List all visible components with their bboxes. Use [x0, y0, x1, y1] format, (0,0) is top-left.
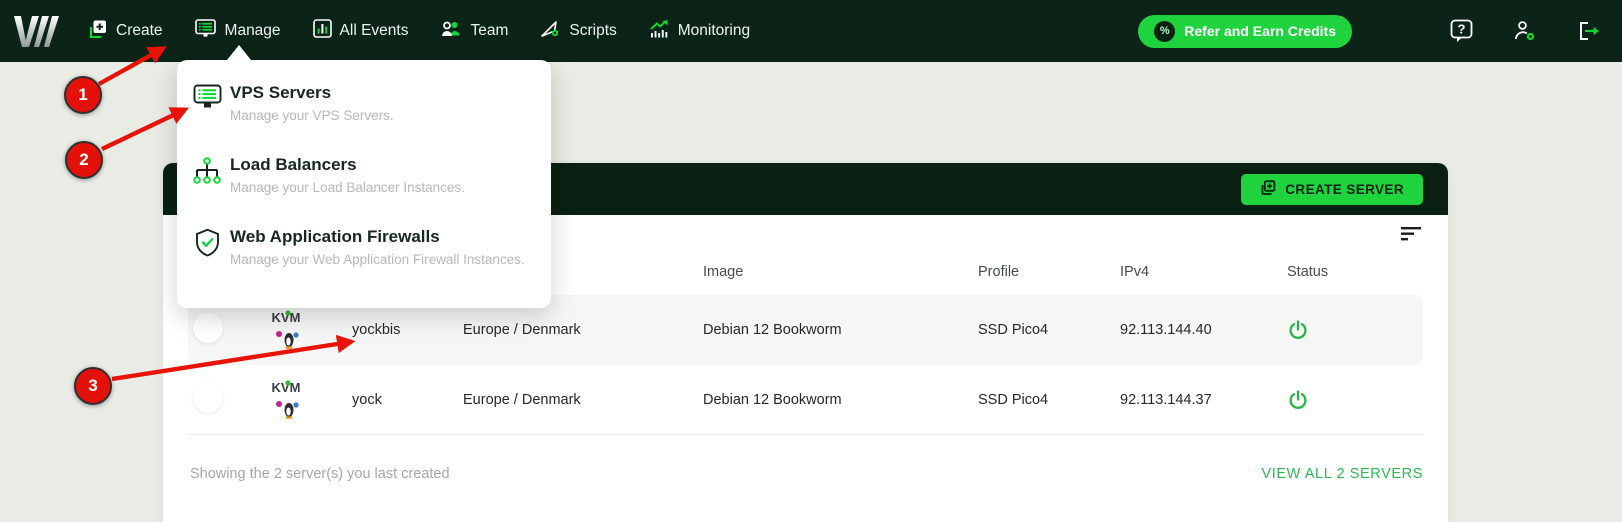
vps-servers-icon [192, 82, 222, 111]
row-select-toggle[interactable] [193, 383, 223, 413]
create-server-icon [1260, 180, 1276, 199]
webdock-logo[interactable] [14, 14, 60, 48]
refer-and-earn-button[interactable]: % Refer and Earn Credits [1138, 15, 1352, 48]
nav-item-label: Team [470, 22, 508, 40]
server-location: Europe / Denmark [450, 322, 690, 338]
server-location: Europe / Denmark [450, 392, 690, 408]
sort-icon[interactable] [1401, 224, 1423, 249]
nav-item-scripts[interactable]: Scripts [540, 19, 616, 44]
nav-item-all-events[interactable]: All Events [313, 19, 409, 43]
server-image: Debian 12 Bookworm [690, 392, 965, 408]
server-image: Debian 12 Bookworm [690, 322, 965, 338]
server-ipv4: 92.113.144.40 [1107, 322, 1257, 338]
server-name: yockbis [338, 322, 450, 338]
load-balancers-icon [192, 154, 222, 186]
help-button[interactable]: ? [1450, 19, 1473, 43]
column-header-profile: Profile [965, 264, 1107, 280]
logout-icon[interactable] [1577, 19, 1602, 43]
create-icon [88, 19, 108, 44]
nav-item-label: Scripts [569, 22, 616, 40]
column-header-status: Status [1257, 264, 1423, 280]
account-settings-button[interactable] [1513, 19, 1537, 43]
annotation-circle-2: 2 [65, 141, 103, 179]
server-profile: SSD Pico4 [965, 392, 1107, 408]
footer-summary: Showing the 2 server(s) you last created [188, 466, 450, 482]
refer-button-label: Refer and Earn Credits [1184, 23, 1336, 39]
menu-item-description: Manage your VPS Servers. [230, 108, 394, 123]
column-header-ipv4: IPv4 [1107, 264, 1257, 280]
nav-item-label: Monitoring [678, 22, 750, 40]
kvm-logo: KVM [243, 378, 338, 422]
nav-item-label: Create [116, 22, 163, 40]
dropdown-caret [227, 45, 251, 60]
nav-item-create[interactable]: Create [88, 19, 163, 44]
power-status-icon[interactable] [1287, 319, 1309, 341]
kvm-logo: KVM [243, 308, 338, 352]
menu-item-web-application-firewalls[interactable]: Web Application Firewalls Manage your We… [177, 222, 551, 294]
menu-item-title: Load Balancers [230, 154, 465, 175]
menu-item-description: Manage your Load Balancer Instances. [230, 180, 465, 195]
nav-item-manage[interactable]: Manage [195, 19, 281, 44]
power-status-icon[interactable] [1287, 389, 1309, 411]
manage-icon [195, 19, 217, 44]
menu-item-vps-servers[interactable]: VPS Servers Manage your VPS Servers. [177, 78, 551, 150]
column-header-image: Image [690, 264, 965, 280]
annotation-circle-3: 3 [74, 367, 112, 405]
waf-shield-icon [192, 226, 222, 257]
nav-item-monitoring[interactable]: Monitoring [649, 19, 750, 44]
manage-dropdown-menu: VPS Servers Manage your VPS Servers. Loa… [177, 60, 551, 308]
team-icon [440, 19, 462, 43]
server-ipv4: 92.113.144.37 [1107, 392, 1257, 408]
nav-item-team[interactable]: Team [440, 19, 508, 43]
percent-icon: % [1154, 21, 1175, 42]
create-server-label: CREATE SERVER [1285, 182, 1404, 197]
menu-item-load-balancers[interactable]: Load Balancers Manage your Load Balancer… [177, 150, 551, 222]
navbar-right: % Refer and Earn Credits ? [1138, 15, 1602, 48]
annotation-circle-1: 1 [64, 76, 102, 114]
menu-item-description: Manage your Web Application Firewall Ins… [230, 252, 525, 267]
server-row-yock[interactable]: KVM yock Europe / Denmark Debian 12 Book… [188, 365, 1423, 435]
annotation-arrow-2 [102, 110, 184, 149]
server-profile: SSD Pico4 [965, 322, 1107, 338]
menu-item-title: Web Application Firewalls [230, 226, 525, 247]
nav-item-label: All Events [340, 22, 409, 40]
table-footer: Showing the 2 server(s) you last created… [188, 466, 1423, 482]
row-select-toggle[interactable] [193, 313, 223, 343]
menu-item-title: VPS Servers [230, 82, 394, 103]
create-server-button[interactable]: CREATE SERVER [1241, 174, 1423, 205]
scripts-icon [540, 19, 561, 44]
server-name: yock [338, 392, 450, 408]
nav-menu: Create Manage [88, 19, 750, 44]
view-all-servers-link[interactable]: VIEW ALL 2 SERVERS [1261, 466, 1423, 482]
all-events-icon [313, 19, 332, 43]
monitoring-icon [649, 19, 670, 44]
nav-item-label: Manage [225, 22, 281, 40]
question-glyph: ? [1458, 22, 1466, 37]
